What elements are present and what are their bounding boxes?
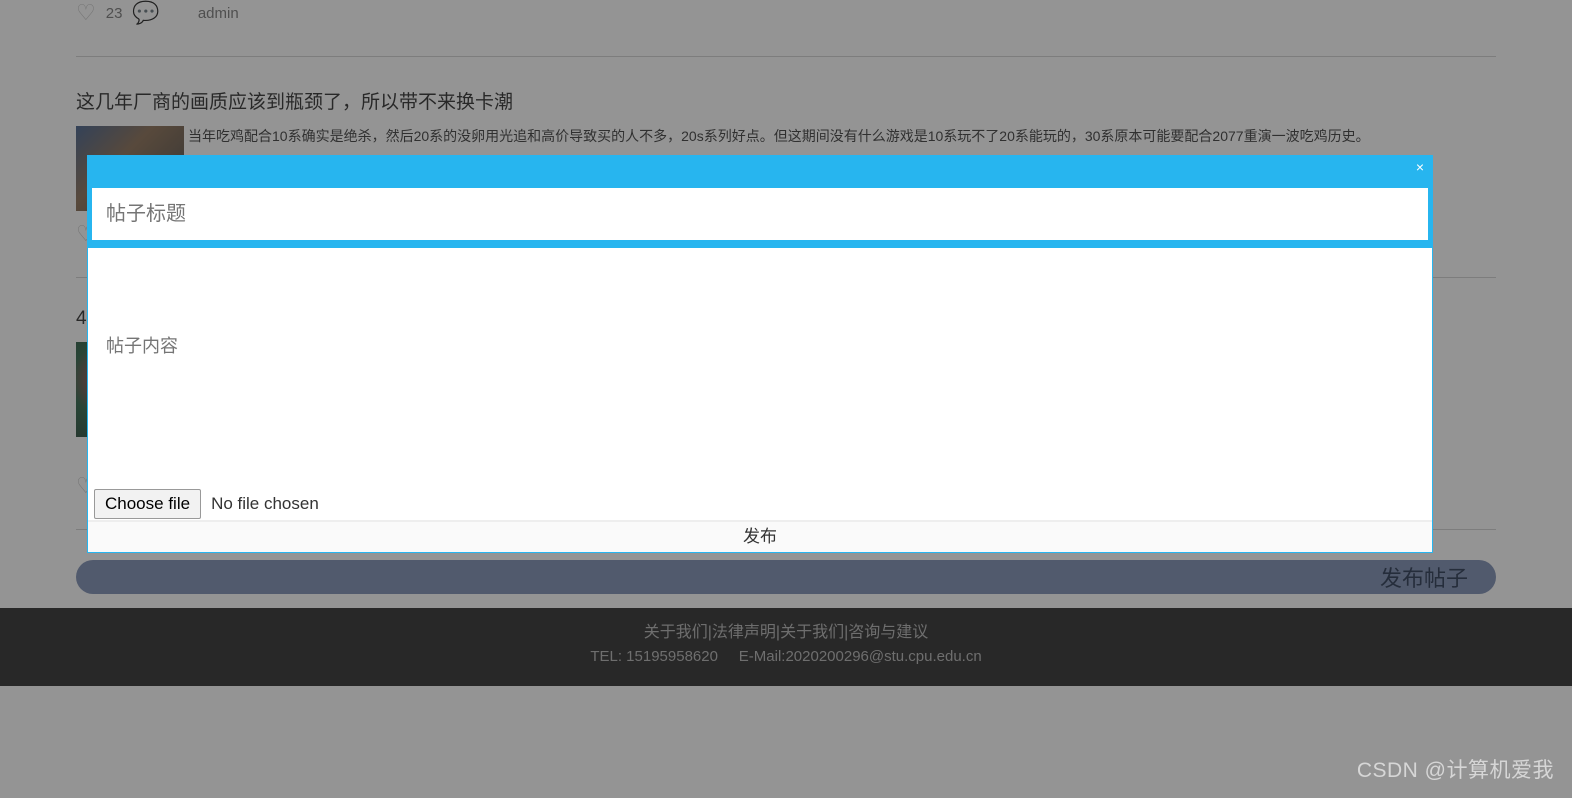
compose-post-modal: × Choose file No file chosen 发布 <box>88 156 1432 552</box>
choose-file-button[interactable]: Choose file <box>94 489 201 519</box>
modal-scroll-area[interactable]: Choose file No file chosen <box>88 248 1432 521</box>
file-upload-row: Choose file No file chosen <box>88 485 1432 521</box>
post-title-input[interactable] <box>92 188 1428 240</box>
close-icon[interactable]: × <box>1416 159 1424 175</box>
publish-button[interactable]: 发布 <box>88 521 1432 552</box>
file-chosen-label: No file chosen <box>211 494 319 514</box>
post-content-textarea[interactable] <box>100 260 1408 480</box>
modal-titlebar: × <box>88 156 1432 186</box>
watermark: CSDN @计算机爱我 <box>1357 754 1554 784</box>
